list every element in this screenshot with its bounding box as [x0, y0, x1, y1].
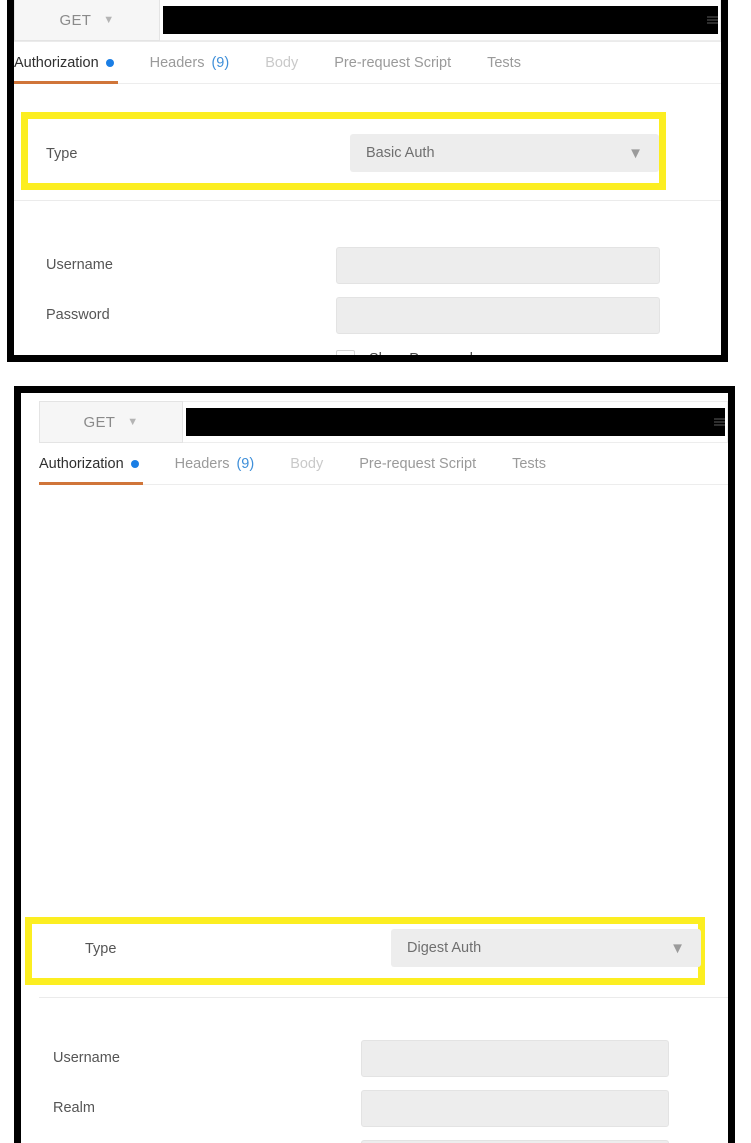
- tab-authorization-label: Authorization: [39, 455, 124, 472]
- username-label: Username: [46, 257, 113, 273]
- username-row: Username: [53, 1033, 669, 1083]
- auth-status-dot-icon: [130, 459, 139, 468]
- tab-pre-request-script-label: Pre-request Script: [359, 455, 477, 472]
- password-row: Password: [53, 1133, 669, 1143]
- tab-pre-request-script[interactable]: Pre-request Script: [316, 42, 469, 83]
- realm-row: Realm: [53, 1083, 669, 1133]
- tab-tests[interactable]: Tests: [494, 443, 564, 484]
- request-bar: GET ▼: [14, 0, 721, 42]
- url-redacted-bar: [163, 6, 718, 34]
- tab-headers-label: Headers: [149, 54, 205, 71]
- digest-auth-form: Username Realm Password Show Password: [53, 1033, 669, 1143]
- http-method-label: GET: [83, 413, 116, 431]
- auth-type-select[interactable]: Digest Auth ▼: [391, 929, 701, 967]
- tab-body-label: Body: [290, 455, 324, 472]
- tab-headers[interactable]: Headers (9): [157, 443, 273, 484]
- request-bar: GET ▼: [39, 393, 728, 443]
- show-password-row: Show Password: [46, 340, 660, 355]
- request-tabs: Authorization Headers (9) Body Pre-reque…: [14, 42, 721, 84]
- panel-content: GET ▼ Authorization Headers (9) Body Pre…: [21, 393, 728, 1143]
- auth-status-dot-icon: [105, 58, 114, 67]
- tab-authorization[interactable]: Authorization: [14, 42, 132, 84]
- section-divider: [39, 997, 728, 998]
- tab-headers[interactable]: Headers (9): [132, 42, 248, 83]
- more-options-icon[interactable]: [714, 418, 725, 426]
- realm-input[interactable]: [361, 1089, 669, 1127]
- auth-type-row: Type Digest Auth ▼: [85, 929, 701, 969]
- username-row: Username: [46, 240, 660, 290]
- section-divider: [14, 200, 721, 201]
- tab-tests-label: Tests: [487, 54, 521, 71]
- http-method-select[interactable]: GET ▼: [14, 0, 160, 41]
- more-options-icon[interactable]: [707, 16, 718, 24]
- username-label: Username: [53, 1050, 120, 1066]
- username-input[interactable]: [361, 1039, 669, 1077]
- basic-auth-form: Username Password Show Password: [46, 240, 660, 355]
- tab-authorization-label: Authorization: [14, 54, 99, 71]
- http-method-select[interactable]: GET ▼: [39, 401, 183, 443]
- tab-body-label: Body: [265, 54, 299, 71]
- auth-type-label: Type: [46, 146, 78, 162]
- tab-pre-request-script[interactable]: Pre-request Script: [341, 443, 494, 484]
- username-input[interactable]: [336, 246, 660, 284]
- panel-content: GET ▼ Authorization Headers (9) Body Pre…: [14, 0, 721, 355]
- show-password-checkbox[interactable]: [336, 349, 355, 355]
- panel-gap: [0, 362, 751, 386]
- chevron-down-icon: ▼: [670, 939, 685, 957]
- chevron-down-icon: ▼: [628, 144, 643, 162]
- password-input[interactable]: [336, 296, 660, 334]
- auth-type-row: Type Basic Auth ▼: [46, 134, 660, 174]
- basic-auth-panel: GET ▼ Authorization Headers (9) Body Pre…: [7, 0, 728, 362]
- tab-pre-request-script-label: Pre-request Script: [334, 54, 452, 71]
- tab-body[interactable]: Body: [272, 443, 341, 484]
- realm-label: Realm: [53, 1100, 95, 1116]
- digest-auth-panel: GET ▼ Authorization Headers (9) Body Pre…: [14, 386, 735, 1143]
- auth-type-value: Digest Auth: [407, 940, 482, 956]
- url-input[interactable]: [183, 401, 728, 443]
- auth-type-value: Basic Auth: [366, 145, 435, 161]
- tab-headers-count: (9): [211, 54, 230, 71]
- tab-tests[interactable]: Tests: [469, 42, 539, 83]
- show-password-label: Show Password: [369, 351, 473, 355]
- tab-tests-label: Tests: [512, 455, 546, 472]
- password-row: Password: [46, 290, 660, 340]
- tab-authorization[interactable]: Authorization: [39, 443, 157, 485]
- tab-headers-count: (9): [236, 455, 255, 472]
- chevron-down-icon: ▼: [103, 13, 115, 26]
- password-label: Password: [46, 307, 110, 323]
- tab-body[interactable]: Body: [247, 42, 316, 83]
- tab-headers-label: Headers: [174, 455, 230, 472]
- request-tabs: Authorization Headers (9) Body Pre-reque…: [39, 443, 728, 485]
- password-input[interactable]: [361, 1139, 669, 1143]
- screenshot-stage: GET ▼ Authorization Headers (9) Body Pre…: [0, 0, 751, 1143]
- auth-type-label: Type: [85, 941, 117, 957]
- auth-type-select[interactable]: Basic Auth ▼: [350, 134, 659, 172]
- url-redacted-bar: [186, 408, 725, 436]
- url-input[interactable]: [160, 0, 721, 41]
- chevron-down-icon: ▼: [127, 415, 139, 428]
- http-method-label: GET: [59, 11, 92, 29]
